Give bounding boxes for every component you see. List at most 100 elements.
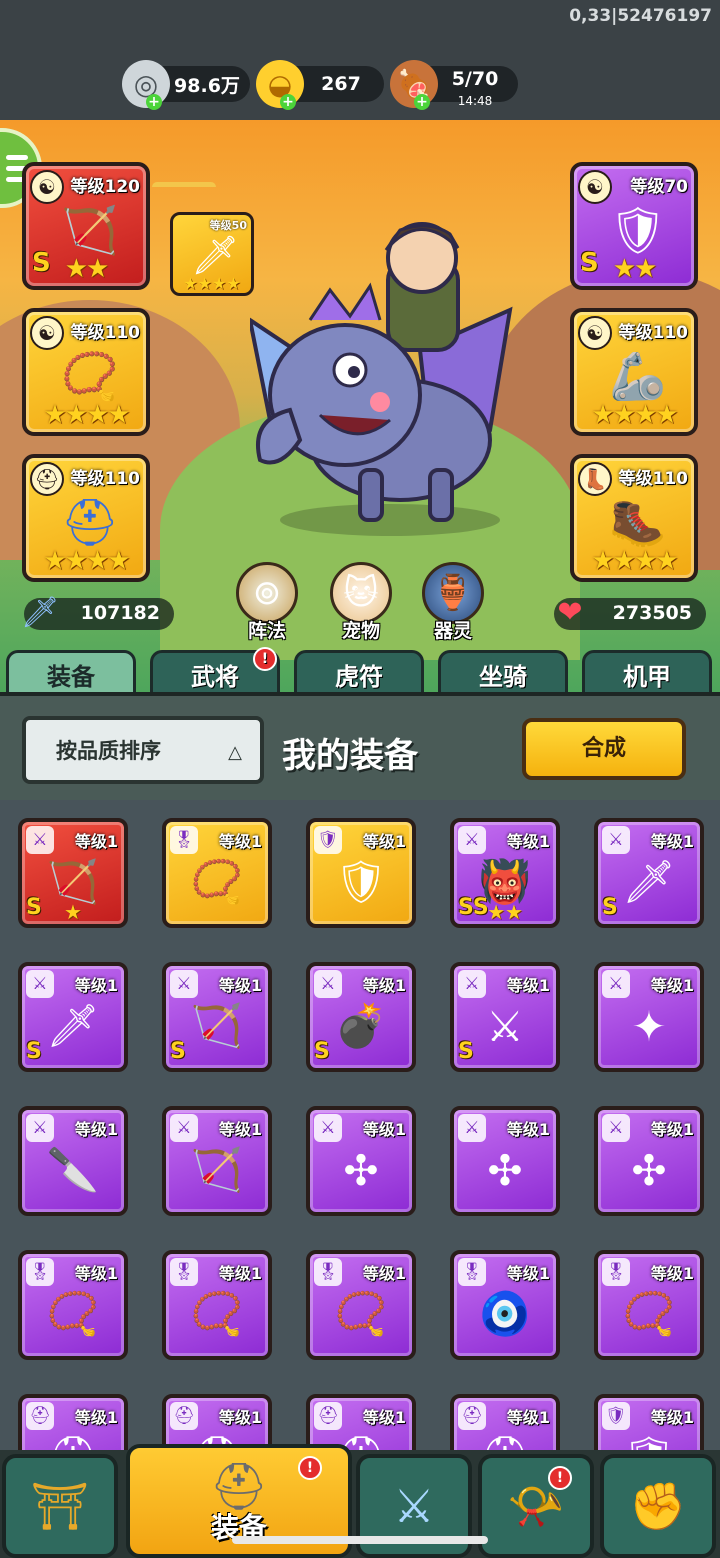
amulet-icon: 📿 (334, 1289, 388, 1338)
panel-title: 我的装备 (282, 736, 418, 776)
equip-slot-boots[interactable]: 👢 等级110 🥾 ★★★★ (570, 454, 698, 582)
item-level: 等级1 (650, 976, 694, 995)
equipment-grid: ⚔ 等级1 🏹 S ★ 🎖 等级1 📿 🛡 等级1 🛡 ⚔ 等级1 👹 SS ★★ ⚔ 等级1 🗡 S ⚔ 等级1 🗡 S ⚔ 等… (0, 800, 720, 1460)
sort-dropdown[interactable]: 按品质排序 △ (22, 716, 264, 784)
item-level: 等级1 (506, 1408, 550, 1427)
equipment-item[interactable]: 🎖 等级1 📿 (18, 1250, 128, 1360)
item-level: 等级1 (218, 1264, 262, 1283)
hp-value: 273505 (612, 602, 692, 624)
notice-icon: ! (253, 647, 277, 671)
equipment-item[interactable]: ⚔ 等级1 💣 S (306, 962, 416, 1072)
nav-upgrade[interactable]: ✊ (600, 1454, 716, 1558)
slot-level: 等级110 (618, 323, 689, 343)
item-level: 等级1 (506, 1264, 550, 1283)
sort-label: 按品质排序 (56, 739, 161, 763)
item-level: 等级1 (362, 976, 406, 995)
slot-level: 等级120 (70, 177, 141, 197)
nav-event[interactable]: 📯 ! (478, 1454, 594, 1558)
item-level: 等级1 (650, 1408, 694, 1427)
item-level: 等级1 (362, 1120, 406, 1139)
sword-icon: ⚔ (170, 970, 198, 998)
equipment-item[interactable]: 🛡 等级1 🛡 (306, 818, 416, 928)
item-rank: S (170, 1039, 186, 1064)
sword-icon: ⚔ (458, 1114, 486, 1142)
item-level: 等级1 (74, 976, 118, 995)
sword-icon: ⚔ (602, 970, 630, 998)
equipment-item[interactable]: ⚔ 等级1 🏹 S (162, 962, 272, 1072)
equipment-item[interactable]: ⚔ 等级1 ⚔ S (450, 962, 560, 1072)
slot-level: 等级50 (209, 219, 247, 232)
armor-icon: 🛡 (314, 826, 342, 854)
tab-tiger-tally[interactable]: 虎符 (294, 650, 424, 696)
equip-slot-weapon[interactable]: ☯ 等级120 🏹 S ★★ (22, 162, 150, 290)
equipment-item[interactable]: ⚔ 等级1 🗡 S (18, 962, 128, 1072)
sword-icon: 🗡 (20, 594, 60, 630)
item-level: 等级1 (506, 976, 550, 995)
item-level: 等级1 (218, 832, 262, 851)
slot-stars: ★★★★ (43, 400, 130, 430)
equipment-item[interactable]: 🎖 等级1 📿 (306, 1250, 416, 1360)
tab-mount[interactable]: 坐骑 (438, 650, 568, 696)
equip-slot-necklace[interactable]: ☯ 等级110 📿 ★★★★ (22, 308, 150, 436)
sword-icon: ⚔ (26, 1114, 54, 1142)
ice-sword-icon: 🗡 (46, 1001, 100, 1050)
sword-icon: ⚔ (458, 826, 486, 854)
hp-stat: ❤ 273505 (554, 595, 706, 630)
equipment-item[interactable]: 🎖 等级1 📿 (162, 1250, 272, 1360)
silver-resource[interactable]: ◎ + 98.6万 (122, 60, 250, 110)
armor-icon: 🛡 (602, 1402, 630, 1430)
pet-button[interactable]: 🐱 宠物 (326, 562, 396, 643)
equipment-item[interactable]: ⚔ 等级1 ✣ (594, 1106, 704, 1216)
item-rank: S (26, 1039, 42, 1064)
equipment-item[interactable]: ⚔ 等级1 🗡 S (594, 818, 704, 928)
helmet-icon: ⛑ (458, 1402, 486, 1430)
tab-mecha[interactable]: 机甲 (582, 650, 712, 696)
home-indicator (232, 1536, 488, 1544)
equipment-item[interactable]: ⚔ 等级1 🏹 S ★ (18, 818, 128, 928)
hero-on-mount[interactable] (250, 220, 520, 540)
bow-icon: 🏹 (190, 1145, 244, 1194)
top-status-bar: 0,33|52476197 ◎ + 98.6万 ◒ + 267 🍖 + 5/70… (0, 0, 720, 120)
slot-stars: ★★★★ (591, 400, 678, 430)
necklace-icon: 📿 (622, 1289, 676, 1338)
gold-resource[interactable]: ◒ + 267 (256, 60, 384, 110)
equipment-item[interactable]: ⚔ 等级1 ✣ (306, 1106, 416, 1216)
amulet-icon: 📿 (190, 1289, 244, 1338)
stamina-resource[interactable]: 🍖 + 5/70 14:48 (390, 60, 518, 110)
nav-main-city[interactable]: ⛩ (2, 1454, 118, 1558)
equipment-item[interactable]: ⚔ 等级1 🔪 (18, 1106, 128, 1216)
formation-icon: ⊚ (236, 562, 298, 624)
equipment-item[interactable]: ⚔ 等级1 ✣ (450, 1106, 560, 1216)
debug-text: 0,33|52476197 (569, 6, 712, 26)
spirit-button[interactable]: 🏺 器灵 (418, 562, 488, 643)
equip-slot-helmet[interactable]: ⛑ 等级110 ⛑ ★★★★ (22, 454, 150, 582)
formation-button[interactable]: ⊚ 阵法 (232, 562, 302, 643)
equipment-item[interactable]: ⚔ 等级1 🏹 (162, 1106, 272, 1216)
tab-generals[interactable]: 武将 ! (150, 647, 280, 696)
tab-equipment[interactable]: 装备 (6, 650, 136, 696)
equipment-item[interactable]: 🎖 等级1 📿 (594, 1250, 704, 1360)
slot-stars: ★★ (612, 254, 658, 284)
slot-stars: ★★ (64, 254, 110, 284)
medal-icon: 🎖 (26, 1258, 54, 1286)
add-gold-icon[interactable]: + (280, 94, 296, 110)
crossed-swords-icon: ⚔ (393, 1479, 435, 1533)
helmet-icon: ⛑ (26, 1402, 54, 1430)
add-silver-icon[interactable]: + (146, 94, 162, 110)
equip-slot-armor[interactable]: ☯ 等级70 🛡 S ★★ (570, 162, 698, 290)
bomb-icon: 💣 (334, 1001, 388, 1050)
slot-stars: ★★★★ (591, 546, 678, 576)
equipment-item[interactable]: ⚔ 等级1 👹 SS ★★ (450, 818, 560, 928)
sword-icon: ⚔ (26, 826, 54, 854)
equip-slot-gauntlet[interactable]: ☯ 等级110 🦾 ★★★★ (570, 308, 698, 436)
equip-slot-bonus[interactable]: 等级50 🗡 ★★★★ (170, 212, 254, 296)
item-rank: S (458, 1039, 474, 1064)
item-level: 等级1 (650, 832, 694, 851)
amulet-icon: 📿 (46, 1289, 100, 1338)
merge-button[interactable]: 合成 (522, 718, 686, 780)
equipment-item[interactable]: 🎖 等级1 🧿 (450, 1250, 560, 1360)
dagger-icon: 🔪 (46, 1145, 100, 1194)
equipment-item[interactable]: ⚔ 等级1 ✦ (594, 962, 704, 1072)
heart-icon: ❤ (557, 594, 583, 630)
equipment-item[interactable]: 🎖 等级1 📿 (162, 818, 272, 928)
